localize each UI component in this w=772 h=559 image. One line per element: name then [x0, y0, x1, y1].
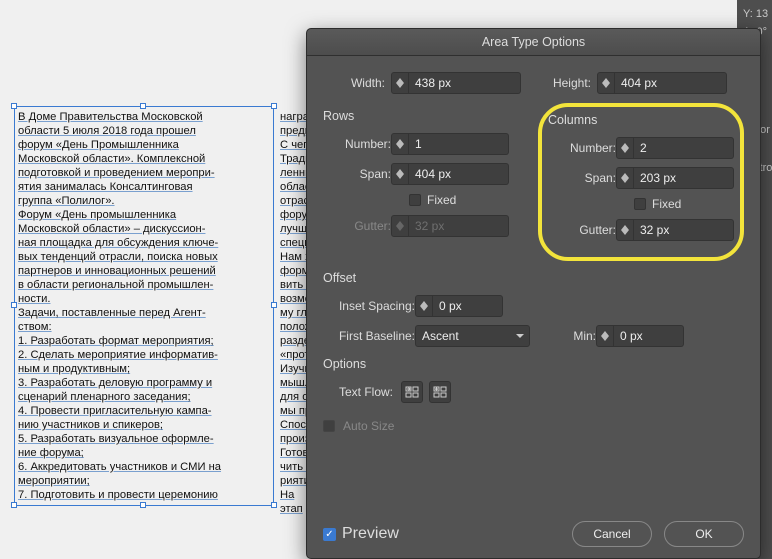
text-flow-lr-icon[interactable] [401, 381, 423, 403]
columns-fixed-checkbox[interactable] [634, 198, 646, 210]
rows-gutter-stepper [391, 215, 409, 237]
columns-number-stepper[interactable] [616, 137, 634, 159]
y-label: Y: [743, 8, 753, 20]
autosize-checkbox [323, 420, 335, 432]
width-input[interactable] [409, 72, 521, 94]
height-label: Height: [543, 76, 591, 90]
rows-gutter-input [409, 215, 509, 237]
columns-gutter-input[interactable] [634, 219, 734, 241]
text-flow-label: Text Flow: [323, 385, 393, 399]
height-input[interactable] [615, 72, 727, 94]
preview-label: Preview [342, 525, 399, 543]
offset-title: Offset [323, 271, 744, 285]
preview-checkbox[interactable]: ✓ [323, 528, 336, 541]
columns-highlight: Columns Number: Span: Fixed Gutter: [538, 103, 744, 261]
selection-handle[interactable] [11, 103, 17, 109]
y-value: 13 [756, 8, 768, 20]
rows-number-label: Number: [323, 137, 391, 151]
text-flow-tb-icon[interactable] [429, 381, 451, 403]
rows-span-input[interactable] [409, 163, 509, 185]
columns-number-input[interactable] [634, 137, 734, 159]
rows-fixed-checkbox[interactable] [409, 194, 421, 206]
rows-fixed-label: Fixed [427, 193, 456, 207]
selection-handle[interactable] [140, 103, 146, 109]
selection-handle[interactable] [271, 302, 277, 308]
ok-button[interactable]: OK [664, 521, 744, 547]
options-title: Options [323, 357, 744, 371]
min-input[interactable] [614, 325, 684, 347]
columns-fixed-label: Fixed [652, 197, 681, 211]
selection-handle[interactable] [271, 502, 277, 508]
min-label: Min: [548, 329, 596, 343]
baseline-select[interactable]: Ascent [415, 325, 530, 347]
selection-handle[interactable] [11, 502, 17, 508]
baseline-label: First Baseline: [323, 329, 415, 343]
rows-number-input[interactable] [409, 133, 509, 155]
selection-handle[interactable] [140, 502, 146, 508]
rows-section: Rows Number: Span: Fixed Gutter: [323, 109, 528, 261]
height-stepper[interactable] [597, 72, 615, 94]
inset-stepper[interactable] [415, 295, 433, 317]
rows-title: Rows [323, 109, 528, 123]
columns-span-label: Span: [548, 171, 616, 185]
columns-section: Columns Number: Span: Fixed Gutter: [538, 109, 744, 261]
columns-gutter-label: Gutter: [548, 223, 616, 237]
width-stepper[interactable] [391, 72, 409, 94]
rows-number-stepper[interactable] [391, 133, 409, 155]
dialog-title: Area Type Options [307, 29, 760, 56]
selection-handle[interactable] [271, 103, 277, 109]
area-type-options-dialog: Area Type Options Width: Height: Rows Nu… [306, 28, 761, 559]
columns-number-label: Number: [548, 141, 616, 155]
min-stepper[interactable] [596, 325, 614, 347]
document-area: В Доме Правительства Московскойобласти 5… [18, 110, 298, 502]
selection-handle[interactable] [11, 302, 17, 308]
columns-span-stepper[interactable] [616, 167, 634, 189]
text-frame-selection[interactable] [14, 106, 274, 506]
width-label: Width: [337, 76, 385, 90]
columns-gutter-stepper[interactable] [616, 219, 634, 241]
inset-label: Inset Spacing: [323, 299, 415, 313]
rows-span-label: Span: [323, 167, 391, 181]
columns-title: Columns [548, 113, 734, 127]
rows-span-stepper[interactable] [391, 163, 409, 185]
autosize-label: Auto Size [343, 419, 394, 433]
rows-gutter-label: Gutter: [323, 219, 391, 233]
columns-span-input[interactable] [634, 167, 734, 189]
cancel-button[interactable]: Cancel [572, 521, 652, 547]
inset-input[interactable] [433, 295, 503, 317]
